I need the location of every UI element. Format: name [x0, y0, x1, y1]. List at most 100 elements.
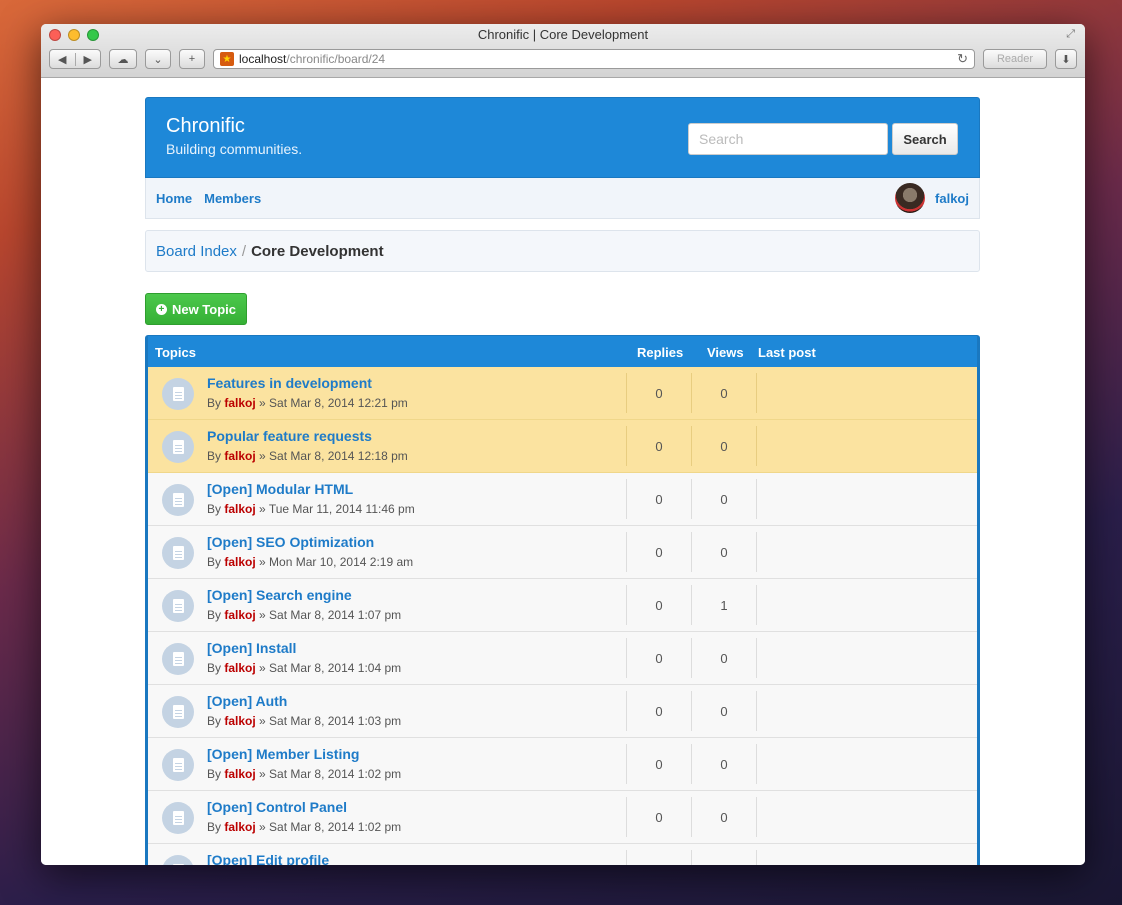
url-path: /chronific/board/24 [286, 52, 386, 66]
topic-replies: 0 [626, 638, 691, 678]
site-favicon-icon: ★ [220, 52, 234, 66]
search-button[interactable]: Search [892, 123, 958, 155]
topic-views: 0 [691, 426, 756, 466]
table-body: Features in development By falkoj » Sat … [148, 367, 977, 865]
table-row: [Open] SEO Optimization By falkoj » Mon … [148, 526, 977, 579]
page-content: Chronific Building communities. Search H… [41, 78, 1085, 865]
topic-date: » Sat Mar 8, 2014 1:02 pm [259, 820, 402, 834]
table-row: Popular feature requests By falkoj » Sat… [148, 420, 977, 473]
topic-date: » Tue Mar 11, 2014 11:46 pm [259, 502, 415, 516]
topic-views [691, 850, 756, 865]
topic-views: 1 [691, 585, 756, 625]
site-title[interactable]: Chronific [166, 115, 302, 138]
topic-replies: 0 [626, 426, 691, 466]
url-host: localhost [239, 52, 287, 66]
topic-title-link[interactable]: [Open] Edit profile [207, 852, 329, 865]
brand: Chronific Building communities. [166, 115, 302, 157]
search-input[interactable] [688, 123, 888, 155]
icloud-icon[interactable]: ☁ [109, 49, 137, 69]
forward-icon[interactable]: ▶ [76, 53, 101, 66]
topic-date: » Sat Mar 8, 2014 12:18 pm [259, 449, 408, 463]
username-link[interactable]: falkoj [935, 191, 969, 206]
topic-meta-by: By [207, 714, 222, 728]
topic-author-link[interactable]: falkoj [224, 714, 255, 728]
topic-meta: By falkoj » Sat Mar 8, 2014 1:04 pm [207, 661, 401, 675]
topic-author-link[interactable]: falkoj [224, 555, 255, 569]
breadcrumb-board-index[interactable]: Board Index [156, 243, 237, 260]
topic-title-link[interactable]: Features in development [207, 375, 372, 391]
new-topic-button[interactable]: + New Topic [145, 293, 247, 325]
topic-title-link[interactable]: Popular feature requests [207, 428, 372, 444]
reload-icon[interactable]: ↻ [957, 51, 968, 67]
topic-author-link[interactable]: falkoj [224, 608, 255, 622]
topic-meta: By falkoj » Sat Mar 8, 2014 1:02 pm [207, 767, 401, 781]
topic-meta: By falkoj » Sat Mar 8, 2014 12:21 pm [207, 396, 408, 410]
topic-title-link[interactable]: [Open] SEO Optimization [207, 534, 374, 550]
topic-author-link[interactable]: falkoj [224, 767, 255, 781]
main-nav: Home Members falkoj [145, 178, 980, 219]
topic-views: 0 [691, 373, 756, 413]
topic-title-link[interactable]: [Open] Auth [207, 693, 287, 709]
topic-date: » Sat Mar 8, 2014 1:02 pm [259, 767, 402, 781]
breadcrumb: Board Index / Core Development [145, 230, 980, 272]
topic-document-icon [162, 431, 194, 463]
topic-title-link[interactable]: [Open] Member Listing [207, 746, 359, 762]
topic-last-post [756, 532, 976, 572]
topic-document-icon [162, 643, 194, 675]
topic-document-icon [162, 537, 194, 569]
address-bar[interactable]: ★ localhost /chronific/board/24 ↻ [213, 49, 975, 69]
topic-replies: 0 [626, 744, 691, 784]
topic-replies: 0 [626, 479, 691, 519]
reader-button[interactable]: Reader [983, 49, 1047, 69]
header-views: Views [707, 345, 744, 360]
topic-title-link[interactable]: [Open] Control Panel [207, 799, 347, 815]
table-header: Topics Replies Views Last post [148, 336, 977, 367]
topic-last-post [756, 797, 976, 837]
topic-author-link[interactable]: falkoj [224, 449, 255, 463]
downloads-icon[interactable]: ⬇ [1055, 49, 1077, 69]
topic-meta: By falkoj » Sat Mar 8, 2014 1:02 pm [207, 820, 401, 834]
table-row: [Open] Control Panel By falkoj » Sat Mar… [148, 791, 977, 844]
table-row: [Open] Install By falkoj » Sat Mar 8, 20… [148, 632, 977, 685]
topic-views: 0 [691, 638, 756, 678]
topic-title-link[interactable]: [Open] Modular HTML [207, 481, 353, 497]
topic-meta: By falkoj » Sat Mar 8, 2014 1:03 pm [207, 714, 401, 728]
topic-author-link[interactable]: falkoj [224, 820, 255, 834]
header-replies: Replies [637, 345, 684, 360]
plus-circle-icon: + [155, 303, 167, 315]
topic-author-link[interactable]: falkoj [224, 396, 255, 410]
nav-members[interactable]: Members [204, 191, 261, 206]
topics-table: Topics Replies Views Last post Features … [145, 335, 980, 865]
topic-document-icon [162, 855, 194, 865]
topic-replies: 0 [626, 373, 691, 413]
new-tab-icon[interactable]: + [179, 49, 205, 69]
avatar[interactable] [895, 183, 926, 213]
topic-meta-by: By [207, 767, 222, 781]
browser-window: Chronific | Core Development ⤢ ◀ ▶ ☁ ⌄ +… [41, 24, 1085, 865]
browser-titlebar: Chronific | Core Development ⤢ ◀ ▶ ☁ ⌄ +… [41, 24, 1085, 78]
fullscreen-icon[interactable]: ⤢ [1066, 28, 1075, 41]
topic-views: 0 [691, 691, 756, 731]
topic-date: » Sat Mar 8, 2014 1:07 pm [259, 608, 402, 622]
topic-last-post [756, 638, 976, 678]
back-icon[interactable]: ◀ [50, 52, 76, 66]
browser-toolbar: ◀ ▶ ☁ ⌄ + ★ localhost /chronific/board/2… [49, 48, 1077, 70]
topic-meta-by: By [207, 820, 222, 834]
history-nav: ◀ ▶ [49, 49, 101, 69]
table-row: [Open] Member Listing By falkoj » Sat Ma… [148, 738, 977, 791]
topic-meta: By falkoj » Sat Mar 8, 2014 1:07 pm [207, 608, 401, 622]
pocket-icon[interactable]: ⌄ [145, 49, 171, 69]
table-row: [Open] Auth By falkoj » Sat Mar 8, 2014 … [148, 685, 977, 738]
new-topic-label: New Topic [171, 301, 237, 317]
topic-author-link[interactable]: falkoj [224, 661, 255, 675]
topic-title-link[interactable]: [Open] Search engine [207, 587, 352, 603]
topic-views: 0 [691, 797, 756, 837]
topic-author-link[interactable]: falkoj [224, 502, 255, 516]
topic-title-link[interactable]: [Open] Install [207, 640, 296, 656]
user-menu[interactable]: falkoj [895, 183, 969, 213]
topic-document-icon [162, 484, 194, 516]
topic-meta-by: By [207, 502, 222, 516]
nav-home[interactable]: Home [156, 191, 192, 206]
topic-meta: By falkoj » Mon Mar 10, 2014 2:19 am [207, 555, 413, 569]
topic-last-post [756, 373, 976, 413]
